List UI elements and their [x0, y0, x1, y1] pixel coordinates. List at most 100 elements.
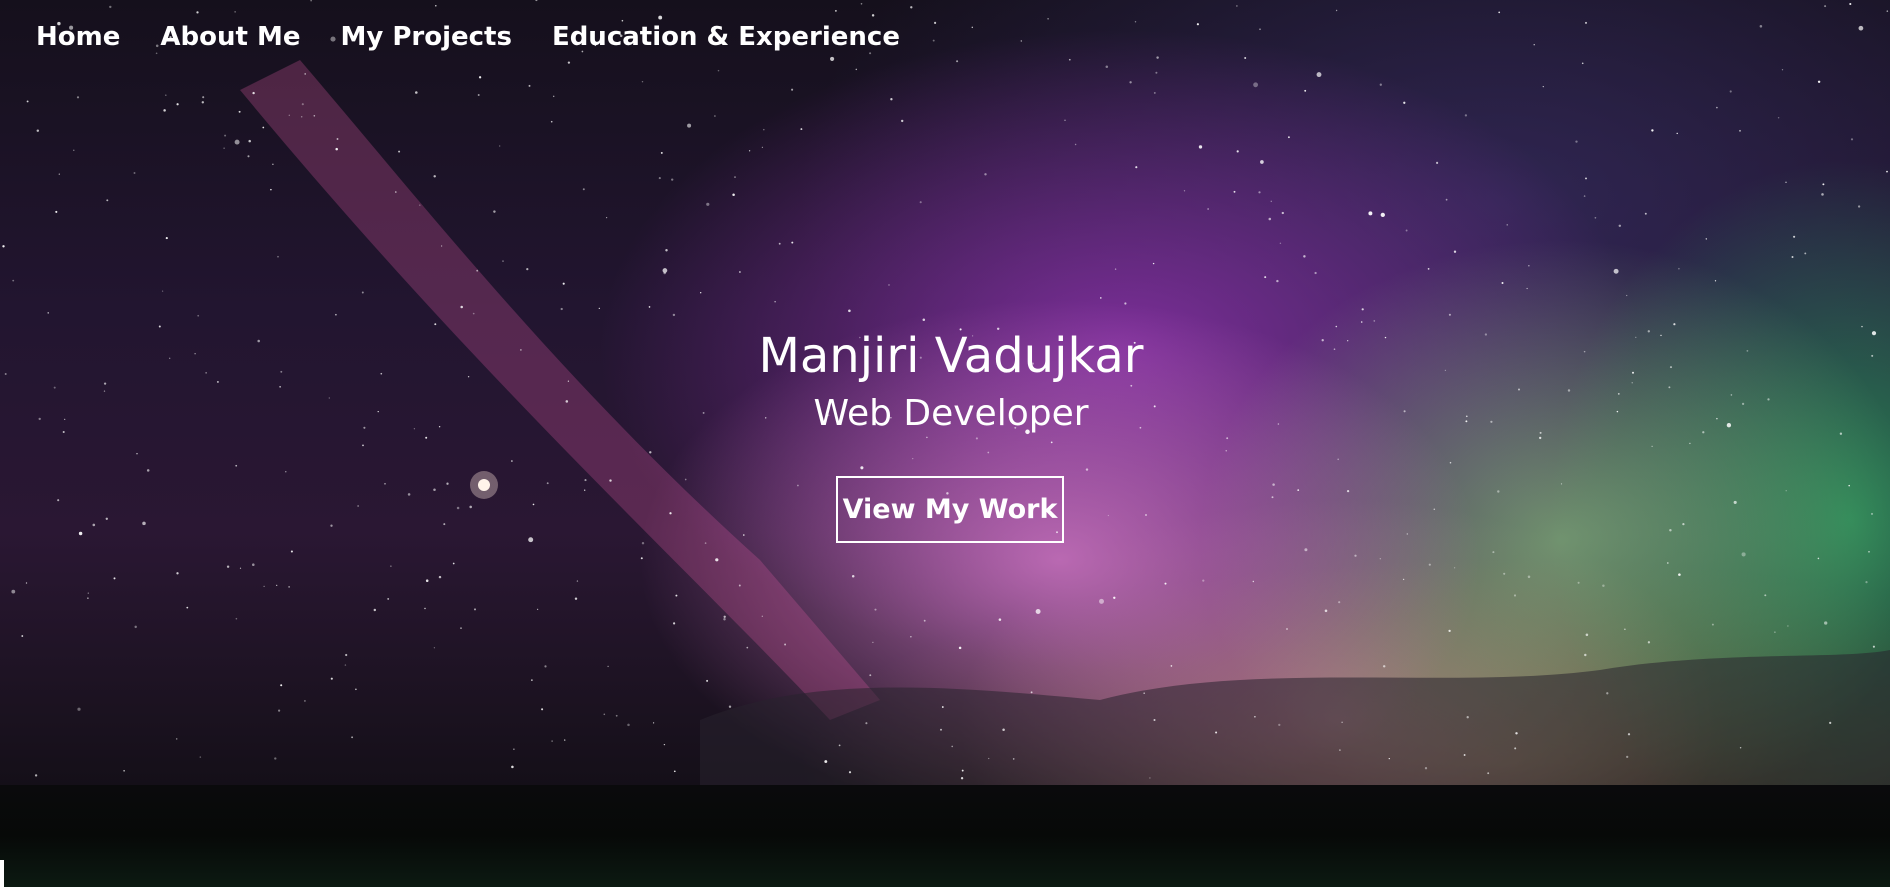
star [715, 558, 719, 562]
hero-name: Manjiri Vadujkar [758, 328, 1144, 384]
star [658, 15, 663, 20]
star [1533, 44, 1535, 46]
star [87, 597, 89, 599]
star [526, 267, 529, 271]
star [202, 96, 205, 99]
star [434, 323, 437, 326]
star [252, 563, 255, 566]
star [1733, 500, 1737, 504]
star [606, 217, 608, 219]
nav-my-projects[interactable]: My Projects [340, 22, 511, 52]
star [252, 91, 255, 95]
star [673, 770, 676, 773]
star [560, 307, 563, 311]
star [627, 723, 630, 727]
star [961, 769, 964, 772]
star [910, 636, 912, 638]
star [163, 109, 166, 112]
star [1427, 268, 1430, 270]
star [910, 6, 913, 9]
view-my-work-button[interactable]: View My Work [836, 476, 1064, 543]
star [502, 260, 504, 262]
star [280, 684, 283, 687]
star [550, 120, 553, 123]
star [791, 88, 794, 91]
star [373, 608, 377, 612]
star [584, 479, 587, 482]
star [1135, 166, 1138, 169]
star [1626, 755, 1629, 759]
star [934, 21, 937, 24]
star [652, 722, 655, 724]
star [1821, 193, 1824, 196]
star [146, 469, 150, 472]
star [196, 11, 199, 14]
star [276, 584, 278, 587]
star [1739, 747, 1742, 749]
main-nav: Home About Me My Projects Education & Ex… [36, 22, 900, 52]
star [1153, 718, 1156, 722]
star [551, 740, 553, 742]
star [528, 84, 531, 87]
star [25, 582, 28, 584]
star [1787, 625, 1789, 627]
star [1134, 21, 1137, 23]
hero-role: Web Developer [813, 393, 1089, 434]
page-edge [1890, 0, 1902, 887]
nav-education-experience[interactable]: Education & Experience [552, 22, 900, 52]
star [1406, 533, 1408, 535]
star [277, 255, 279, 258]
star [262, 126, 265, 129]
star [87, 592, 89, 594]
star [546, 482, 549, 485]
star [499, 145, 501, 147]
star [109, 5, 112, 9]
star [1676, 132, 1678, 135]
nav-home[interactable]: Home [36, 22, 120, 52]
star [1335, 9, 1338, 12]
star [714, 115, 716, 117]
star [998, 618, 1002, 621]
star [1513, 594, 1517, 597]
star [1618, 224, 1622, 228]
star [761, 615, 763, 617]
star [438, 575, 442, 579]
star [1030, 691, 1033, 694]
star [1716, 106, 1718, 109]
star [270, 188, 272, 191]
star [133, 172, 136, 174]
star [1272, 483, 1275, 486]
star [47, 312, 49, 314]
star [472, 312, 475, 315]
star [855, 68, 858, 71]
star [76, 96, 80, 99]
star [285, 471, 287, 473]
nav-about-me[interactable]: About Me [160, 22, 300, 52]
star [1314, 271, 1317, 275]
star [511, 765, 514, 769]
star [1346, 489, 1350, 493]
star [672, 313, 676, 317]
star [1279, 242, 1282, 245]
star [1113, 596, 1116, 599]
star [1281, 211, 1284, 215]
star [1583, 195, 1586, 197]
star [142, 521, 146, 526]
star [1651, 129, 1654, 132]
star [1424, 767, 1428, 770]
star [1682, 522, 1685, 526]
star [1464, 114, 1468, 117]
star [1202, 579, 1205, 582]
star [684, 478, 687, 481]
star [673, 622, 676, 625]
star [922, 318, 926, 322]
star [165, 94, 167, 96]
star [78, 531, 83, 536]
star [923, 619, 926, 622]
star [704, 542, 707, 544]
star [552, 95, 555, 98]
star [1602, 584, 1605, 588]
star [1020, 40, 1023, 42]
star [1105, 65, 1109, 68]
star [11, 589, 16, 594]
